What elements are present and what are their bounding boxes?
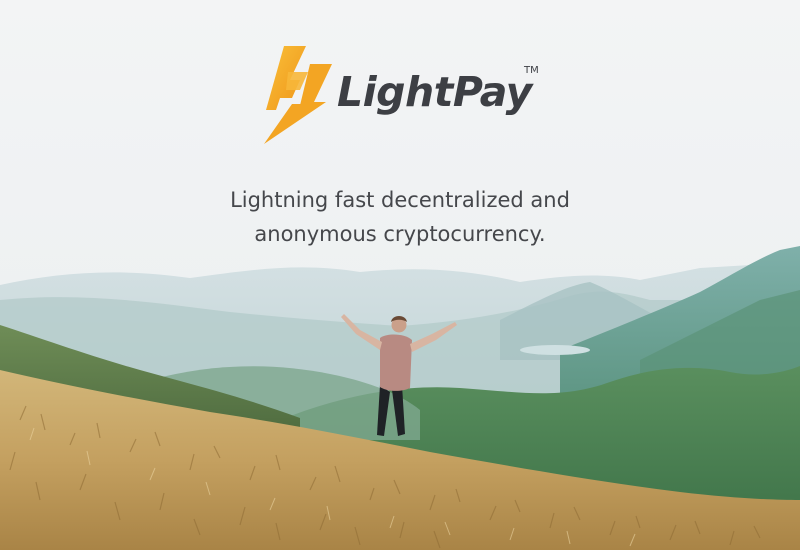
tagline: Lightning fast decentralized and anonymo… (0, 183, 800, 251)
lightning-bolt-icon (264, 46, 332, 144)
tagline-line-2: anonymous cryptocurrency. (254, 222, 546, 246)
tagline-line-1: Lightning fast decentralized and (230, 188, 570, 212)
brand-name: LightPay (337, 68, 532, 116)
lightpay-logo: LightPay TM (262, 46, 542, 146)
trademark-symbol: TM (524, 65, 539, 76)
lake (520, 345, 590, 355)
